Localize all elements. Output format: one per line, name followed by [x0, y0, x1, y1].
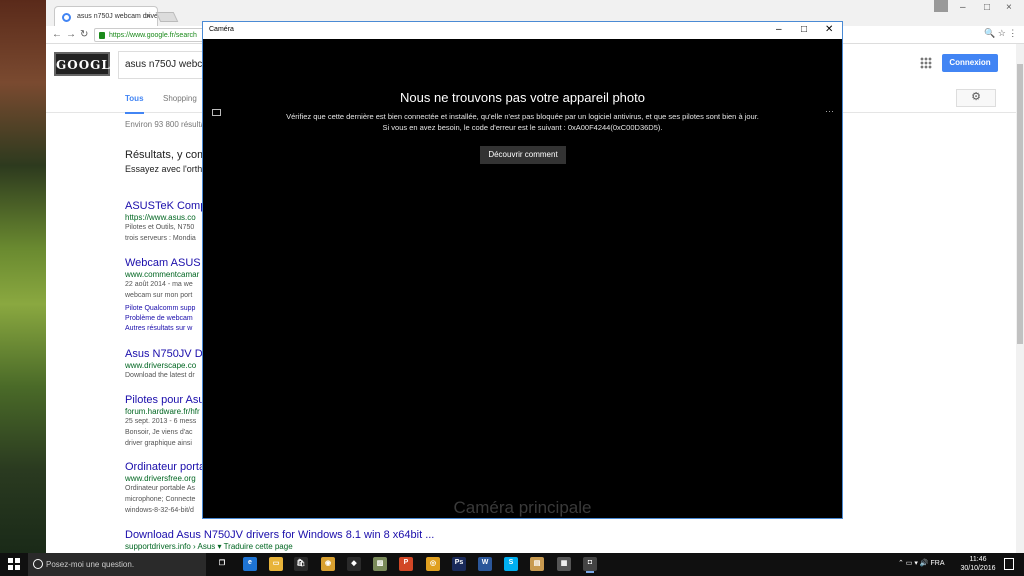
result-snippet: Ordinateur portable As	[125, 485, 196, 492]
system-tray[interactable]: ⌃ ▭ ▾ 🔊 FRA	[898, 559, 945, 567]
camera-app-window: Caméra – □ ✕ ··· Nous ne trouvons pas vo…	[202, 21, 843, 519]
camera-maximize-button[interactable]: □	[801, 24, 807, 35]
address-url: https://www.google.fr/search	[109, 32, 197, 39]
result-snippet: Pilotes et Outils, N750	[125, 224, 195, 231]
result-snippet: Bonsoir, Je viens d'ac	[125, 429, 193, 436]
google-favicon-icon	[62, 13, 71, 22]
user-profile-icon[interactable]	[934, 0, 948, 12]
result-sublink[interactable]: Pilote Qualcomm supp	[125, 305, 195, 312]
signin-button[interactable]: Connexion	[942, 54, 998, 72]
result-title[interactable]: Ordinateur porta	[125, 461, 205, 473]
reload-icon[interactable]: ↻	[80, 29, 88, 40]
taskbar-word-icon[interactable]: W	[478, 557, 492, 571]
cortana-placeholder: Posez-moi une question.	[46, 560, 135, 569]
minimize-button[interactable]: –	[960, 2, 966, 13]
result-url: www.commentcamar	[125, 270, 200, 279]
clock-date: 30/10/2016	[960, 565, 996, 572]
error-message-line2: Si vous en avez besoin, le code d'erreur…	[382, 123, 663, 132]
taskbar-photoshop-icon[interactable]: Ps	[452, 557, 466, 571]
result-snippet: microphone; Connecte	[125, 496, 196, 503]
result-snippet: driver graphique ainsi	[125, 440, 192, 447]
result-snippet: 22 août 2014 - ma we	[125, 281, 193, 288]
close-button[interactable]: ×	[1006, 2, 1012, 13]
forward-arrow-icon[interactable]: →	[66, 29, 76, 40]
result-url: www.driversfree.org	[125, 474, 196, 483]
windows-start-icon[interactable]	[8, 558, 20, 570]
tab-close-icon[interactable]: ×	[146, 11, 151, 21]
result-snippet: 25 sept. 2013 - 6 mess	[125, 418, 197, 425]
result-url: https://www.asus.co	[125, 213, 196, 222]
taskbar-app-7-icon[interactable]: ▨	[373, 557, 387, 571]
cortana-icon	[33, 559, 43, 569]
camera-minimize-button[interactable]: –	[776, 24, 782, 35]
did-you-mean-sub: Essayez avec l'orth	[125, 164, 203, 174]
result-snippet: Download the latest dr	[125, 372, 195, 379]
clock[interactable]: 11:46 30/10/2016	[956, 555, 1000, 573]
settings-gear-icon[interactable]: ⚙	[956, 89, 996, 107]
browser-tab[interactable]: asus n750J webcam drive ×	[54, 6, 158, 28]
error-heading: Nous ne trouvons pas votre appareil phot…	[400, 90, 645, 105]
search-input[interactable]: asus n750J webcam	[118, 51, 208, 79]
google-doodle-logo[interactable]: GOOGLE	[54, 52, 120, 76]
taskbar-app-14-icon[interactable]: ▦	[557, 557, 571, 571]
maximize-button[interactable]: □	[984, 2, 990, 13]
new-tab-button[interactable]	[155, 12, 179, 22]
did-you-mean: Résultats, y com	[125, 149, 207, 161]
tab-shopping[interactable]: Shopping	[163, 94, 197, 103]
taskbar-app-6-icon[interactable]: ◆	[347, 557, 361, 571]
action-center-icon[interactable]	[1004, 558, 1014, 570]
toolbar-right-icons[interactable]: 🔍 ☆ ⋮	[984, 28, 1017, 39]
clock-time: 11:46	[969, 556, 987, 563]
taskbar-app-13-icon[interactable]: ▤	[530, 557, 544, 571]
result-url: supportdrivers.info › Asus ▾ Traduire ce…	[125, 542, 293, 551]
scroll-thumb[interactable]	[1017, 64, 1023, 344]
result-title[interactable]: ASUSTeK Comp	[125, 200, 206, 212]
camera-mode-label[interactable]: Caméra principale	[203, 498, 842, 518]
result-sublink[interactable]: Problème de webcam	[125, 315, 193, 322]
taskbar-camera-icon[interactable]: ◘	[583, 557, 597, 571]
address-bar[interactable]: https://www.google.fr/search	[94, 28, 214, 42]
result-title[interactable]: Asus N750JV Dr	[125, 348, 206, 360]
result-snippet: trois serveurs : Mondia	[125, 235, 196, 242]
taskbar-app-5-icon[interactable]: ◉	[321, 557, 335, 571]
result-title[interactable]: Download Asus N750JV drivers for Windows…	[125, 529, 434, 541]
taskbar-skype-icon[interactable]: S	[504, 557, 518, 571]
result-title[interactable]: Pilotes pour Asu	[125, 394, 205, 406]
taskbar-task-view-icon[interactable]: ❐	[215, 557, 229, 571]
taskbar-powerpoint-icon[interactable]: P	[399, 557, 413, 571]
lock-icon	[99, 32, 105, 39]
result-snippet: webcam sur mon port	[125, 292, 193, 299]
apps-grid-icon[interactable]	[920, 57, 932, 69]
result-stats: Environ 93 800 résultats	[125, 120, 212, 129]
page-scrollbar[interactable]	[1016, 44, 1024, 553]
desktop-wallpaper	[0, 0, 48, 553]
camera-titlebar: Caméra – □ ✕	[203, 22, 842, 39]
cortana-search-box[interactable]: Posez-moi une question.	[28, 553, 206, 576]
back-arrow-icon[interactable]: ←	[52, 29, 62, 40]
result-sublink[interactable]: Autres résultats sur w	[125, 325, 192, 332]
taskbar-chrome-icon[interactable]: ◎	[426, 557, 440, 571]
result-url: forum.hardware.fr/hfr	[125, 407, 200, 416]
camera-close-button[interactable]: ✕	[825, 24, 833, 35]
learn-how-button[interactable]: Découvrir comment	[480, 146, 566, 164]
result-snippet: windows-8-32-64-bit/d	[125, 507, 194, 514]
taskbar-explorer-icon[interactable]: ▭	[269, 557, 283, 571]
result-title[interactable]: Webcam ASUS	[125, 257, 201, 269]
taskbar-edge-icon[interactable]: e	[243, 557, 257, 571]
camera-window-title: Caméra	[209, 26, 234, 33]
tab-all[interactable]: Tous	[125, 94, 144, 114]
result-url: www.driverscape.co	[125, 361, 197, 370]
error-message-line1: Vérifiez que cette dernière est bien con…	[286, 112, 759, 121]
taskbar: Posez-moi une question. ❐ e ▭ 🛍 ◉ ◆ ▨ P ◎ Ps W S ▤ ▦ ◘…	[0, 553, 1024, 576]
taskbar-store-icon[interactable]: 🛍	[294, 557, 308, 571]
